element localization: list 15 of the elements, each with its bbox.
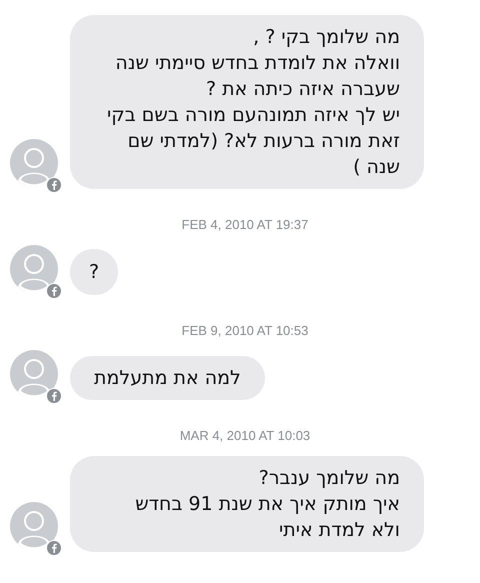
timestamp: MAR 4, 2010 AT 10:03 [180,428,310,443]
avatar-icon [10,244,58,292]
badge-icon [46,540,62,556]
timestamp: FEB 4, 2010 AT 19:37 [182,217,308,232]
badge-icon [46,282,62,298]
avatar-icon [10,139,58,187]
badge-icon [46,388,62,404]
badge-icon [46,177,62,193]
message-bubble: ? [70,248,118,294]
message-bubble: מה שלומך בקי ? , וואלה את לומדת בחדש סיימתי שנה שעברה איזה כיתה את ? יש לך איזה תמונהעם מורה בשם בקי זאת מורה ברעות לא? (למדתי שם שנה ) [70,15,424,189]
avatar-icon [10,502,58,550]
message-bubble: למה את מתעלמת [70,356,265,400]
message-bubble: מה שלומך ענבר? איך מותק איך את שנת 91 בחדש ולא למדת איתי [70,456,424,552]
avatar-icon [10,350,58,398]
timestamp: FEB 9, 2010 AT 10:53 [182,322,308,338]
